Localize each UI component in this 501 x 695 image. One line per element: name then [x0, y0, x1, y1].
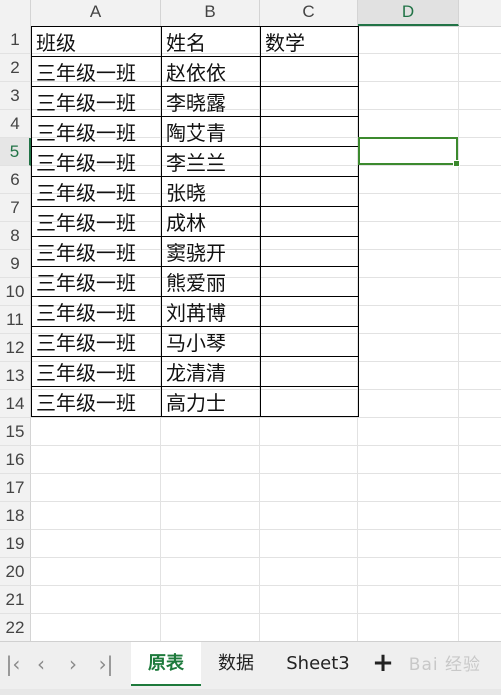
table-header-row: 班级 姓名 数学 — [31, 26, 359, 57]
cell[interactable] — [260, 266, 359, 297]
column-header-bar: A B C D — [0, 0, 501, 27]
row-header-active[interactable]: 5 — [0, 138, 31, 166]
cell[interactable]: 窦骁开 — [161, 236, 261, 267]
column-header-c[interactable]: C — [260, 0, 358, 26]
table-row: 三年级一班 陶艾青 — [31, 116, 359, 147]
table-row: 三年级一班 熊爱丽 — [31, 266, 359, 297]
cell[interactable] — [260, 356, 359, 387]
row-header[interactable]: 1 — [0, 26, 31, 54]
row-header[interactable]: 14 — [0, 390, 31, 418]
row-header[interactable]: 16 — [0, 446, 31, 474]
last-sheet-icon[interactable]: ›| — [93, 642, 119, 686]
cell[interactable] — [260, 206, 359, 237]
row-header[interactable]: 18 — [0, 502, 31, 530]
cell[interactable] — [260, 116, 359, 147]
table-row: 三年级一班 李晓露 — [31, 86, 359, 117]
row-header[interactable]: 8 — [0, 222, 31, 250]
table-row: 三年级一班 张晓 — [31, 176, 359, 207]
cell[interactable] — [260, 86, 359, 117]
table-row: 三年级一班 赵依依 — [31, 56, 359, 87]
header-cell-name[interactable]: 姓名 — [161, 26, 261, 57]
column-header-a[interactable]: A — [31, 0, 161, 26]
cell[interactable]: 马小琴 — [161, 326, 261, 357]
cell[interactable]: 陶艾青 — [161, 116, 261, 147]
cell[interactable]: 龙清清 — [161, 356, 261, 387]
first-sheet-icon[interactable]: |‹ — [0, 642, 26, 686]
cell[interactable]: 李兰兰 — [161, 146, 261, 177]
baidu-watermark: Bai 经验 — [408, 655, 481, 675]
cell[interactable]: 三年级一班 — [31, 266, 162, 297]
row-header[interactable]: 10 — [0, 278, 31, 306]
cell[interactable] — [260, 386, 359, 417]
row-header[interactable]: 20 — [0, 558, 31, 586]
prev-sheet-icon[interactable]: ‹ — [28, 642, 54, 686]
row-header[interactable]: 7 — [0, 194, 31, 222]
cell[interactable]: 三年级一班 — [31, 326, 162, 357]
table-row: 三年级一班 高力士 — [31, 386, 359, 417]
data-table: 班级 姓名 数学 三年级一班 赵依依 三年级一班 李晓露 三年级一班 陶艾青 三年级一… — [31, 26, 359, 417]
cell[interactable] — [260, 146, 359, 177]
cell[interactable]: 张晓 — [161, 176, 261, 207]
table-row: 三年级一班 成林 — [31, 206, 359, 237]
column-header-e[interactable] — [459, 0, 501, 26]
row-header[interactable]: 6 — [0, 166, 31, 194]
cell[interactable]: 成林 — [161, 206, 261, 237]
cell[interactable]: 李晓露 — [161, 86, 261, 117]
table-row: 三年级一班 刘苒博 — [31, 296, 359, 327]
row-header[interactable]: 9 — [0, 250, 31, 278]
cell[interactable] — [260, 56, 359, 87]
sheet-tab-bar: |‹ ‹ › ›| 原表 数据 Sheet3 + Bai 经验 — [0, 641, 501, 690]
row-header[interactable]: 2 — [0, 54, 31, 82]
row-header[interactable]: 19 — [0, 530, 31, 558]
sheet-tab-shuju[interactable]: 数据 — [203, 642, 269, 686]
table-row: 三年级一班 李兰兰 — [31, 146, 359, 177]
cell[interactable] — [260, 176, 359, 207]
row-header[interactable]: 4 — [0, 110, 31, 138]
header-cell-class[interactable]: 班级 — [31, 26, 162, 57]
cell[interactable]: 三年级一班 — [31, 56, 162, 87]
cell[interactable]: 三年级一班 — [31, 236, 162, 267]
cell[interactable]: 三年级一班 — [31, 206, 162, 237]
table-row: 三年级一班 窦骁开 — [31, 236, 359, 267]
cell[interactable]: 三年级一班 — [31, 116, 162, 147]
cell[interactable]: 赵依依 — [161, 56, 261, 87]
status-bar — [0, 689, 501, 695]
cell[interactable]: 三年级一班 — [31, 296, 162, 327]
cell[interactable]: 高力士 — [161, 386, 261, 417]
table-row: 三年级一班 马小琴 — [31, 326, 359, 357]
cell[interactable] — [260, 296, 359, 327]
row-header[interactable]: 22 — [0, 614, 31, 642]
sheet-tab-sheet3[interactable]: Sheet3 — [272, 642, 364, 686]
sheet-tab-yuanbiao[interactable]: 原表 — [131, 642, 201, 686]
cell[interactable]: 三年级一班 — [31, 176, 162, 207]
row-header[interactable]: 21 — [0, 586, 31, 614]
active-cell-selection[interactable] — [358, 137, 460, 167]
header-cell-math[interactable]: 数学 — [260, 26, 359, 57]
row-header[interactable]: 13 — [0, 362, 31, 390]
next-sheet-icon[interactable]: › — [60, 642, 86, 686]
cell[interactable]: 三年级一班 — [31, 356, 162, 387]
row-header[interactable]: 12 — [0, 334, 31, 362]
column-header-b[interactable]: B — [161, 0, 260, 26]
add-sheet-icon[interactable]: + — [370, 648, 396, 678]
cell[interactable]: 三年级一班 — [31, 146, 162, 177]
cell[interactable]: 刘苒博 — [161, 296, 261, 327]
cell[interactable] — [260, 326, 359, 357]
row-header[interactable]: 3 — [0, 82, 31, 110]
row-header[interactable]: 11 — [0, 306, 31, 334]
column-header-d[interactable]: D — [358, 0, 459, 26]
cell[interactable]: 熊爱丽 — [161, 266, 261, 297]
cell[interactable]: 三年级一班 — [31, 386, 162, 417]
row-header[interactable]: 17 — [0, 474, 31, 502]
table-row: 三年级一班 龙清清 — [31, 356, 359, 387]
cell[interactable]: 三年级一班 — [31, 86, 162, 117]
cell[interactable] — [260, 236, 359, 267]
row-header[interactable]: 15 — [0, 418, 31, 446]
select-all-corner[interactable] — [0, 0, 31, 26]
